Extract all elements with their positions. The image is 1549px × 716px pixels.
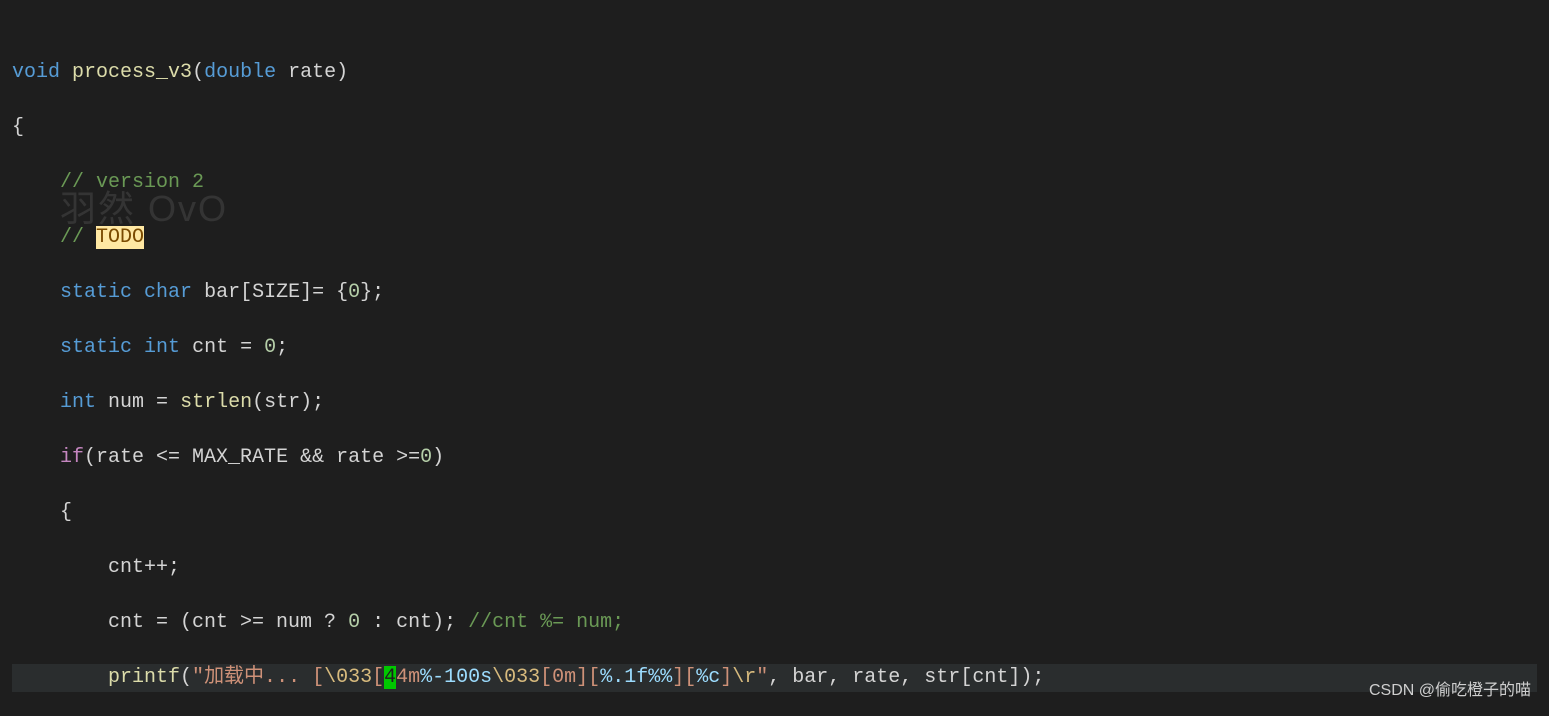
code-line: // version 2 [12, 169, 1537, 197]
code-line-active: printf("加载中... [\033[44m%-100s\033[0m][%… [12, 664, 1537, 692]
watermark-text: 羽然 OvO [60, 195, 228, 223]
code-line: { [12, 499, 1537, 527]
text-cursor: 4 [384, 666, 396, 689]
code-line: { [12, 114, 1537, 142]
code-line: cnt++; [12, 554, 1537, 582]
todo-highlight: TODO [96, 226, 144, 249]
code-line: int num = strlen(str); [12, 389, 1537, 417]
code-line: static char bar[SIZE]= {0}; [12, 279, 1537, 307]
code-line: void process_v3(double rate) [12, 59, 1537, 87]
code-line: if(rate <= MAX_RATE && rate >=0) [12, 444, 1537, 472]
code-line: // TODO [12, 224, 1537, 252]
code-line: cnt = (cnt >= num ? 0 : cnt); //cnt %= n… [12, 609, 1537, 637]
code-editor[interactable]: 羽然 OvO void process_v3(double rate) { //… [0, 0, 1549, 716]
code-line: static int cnt = 0; [12, 334, 1537, 362]
